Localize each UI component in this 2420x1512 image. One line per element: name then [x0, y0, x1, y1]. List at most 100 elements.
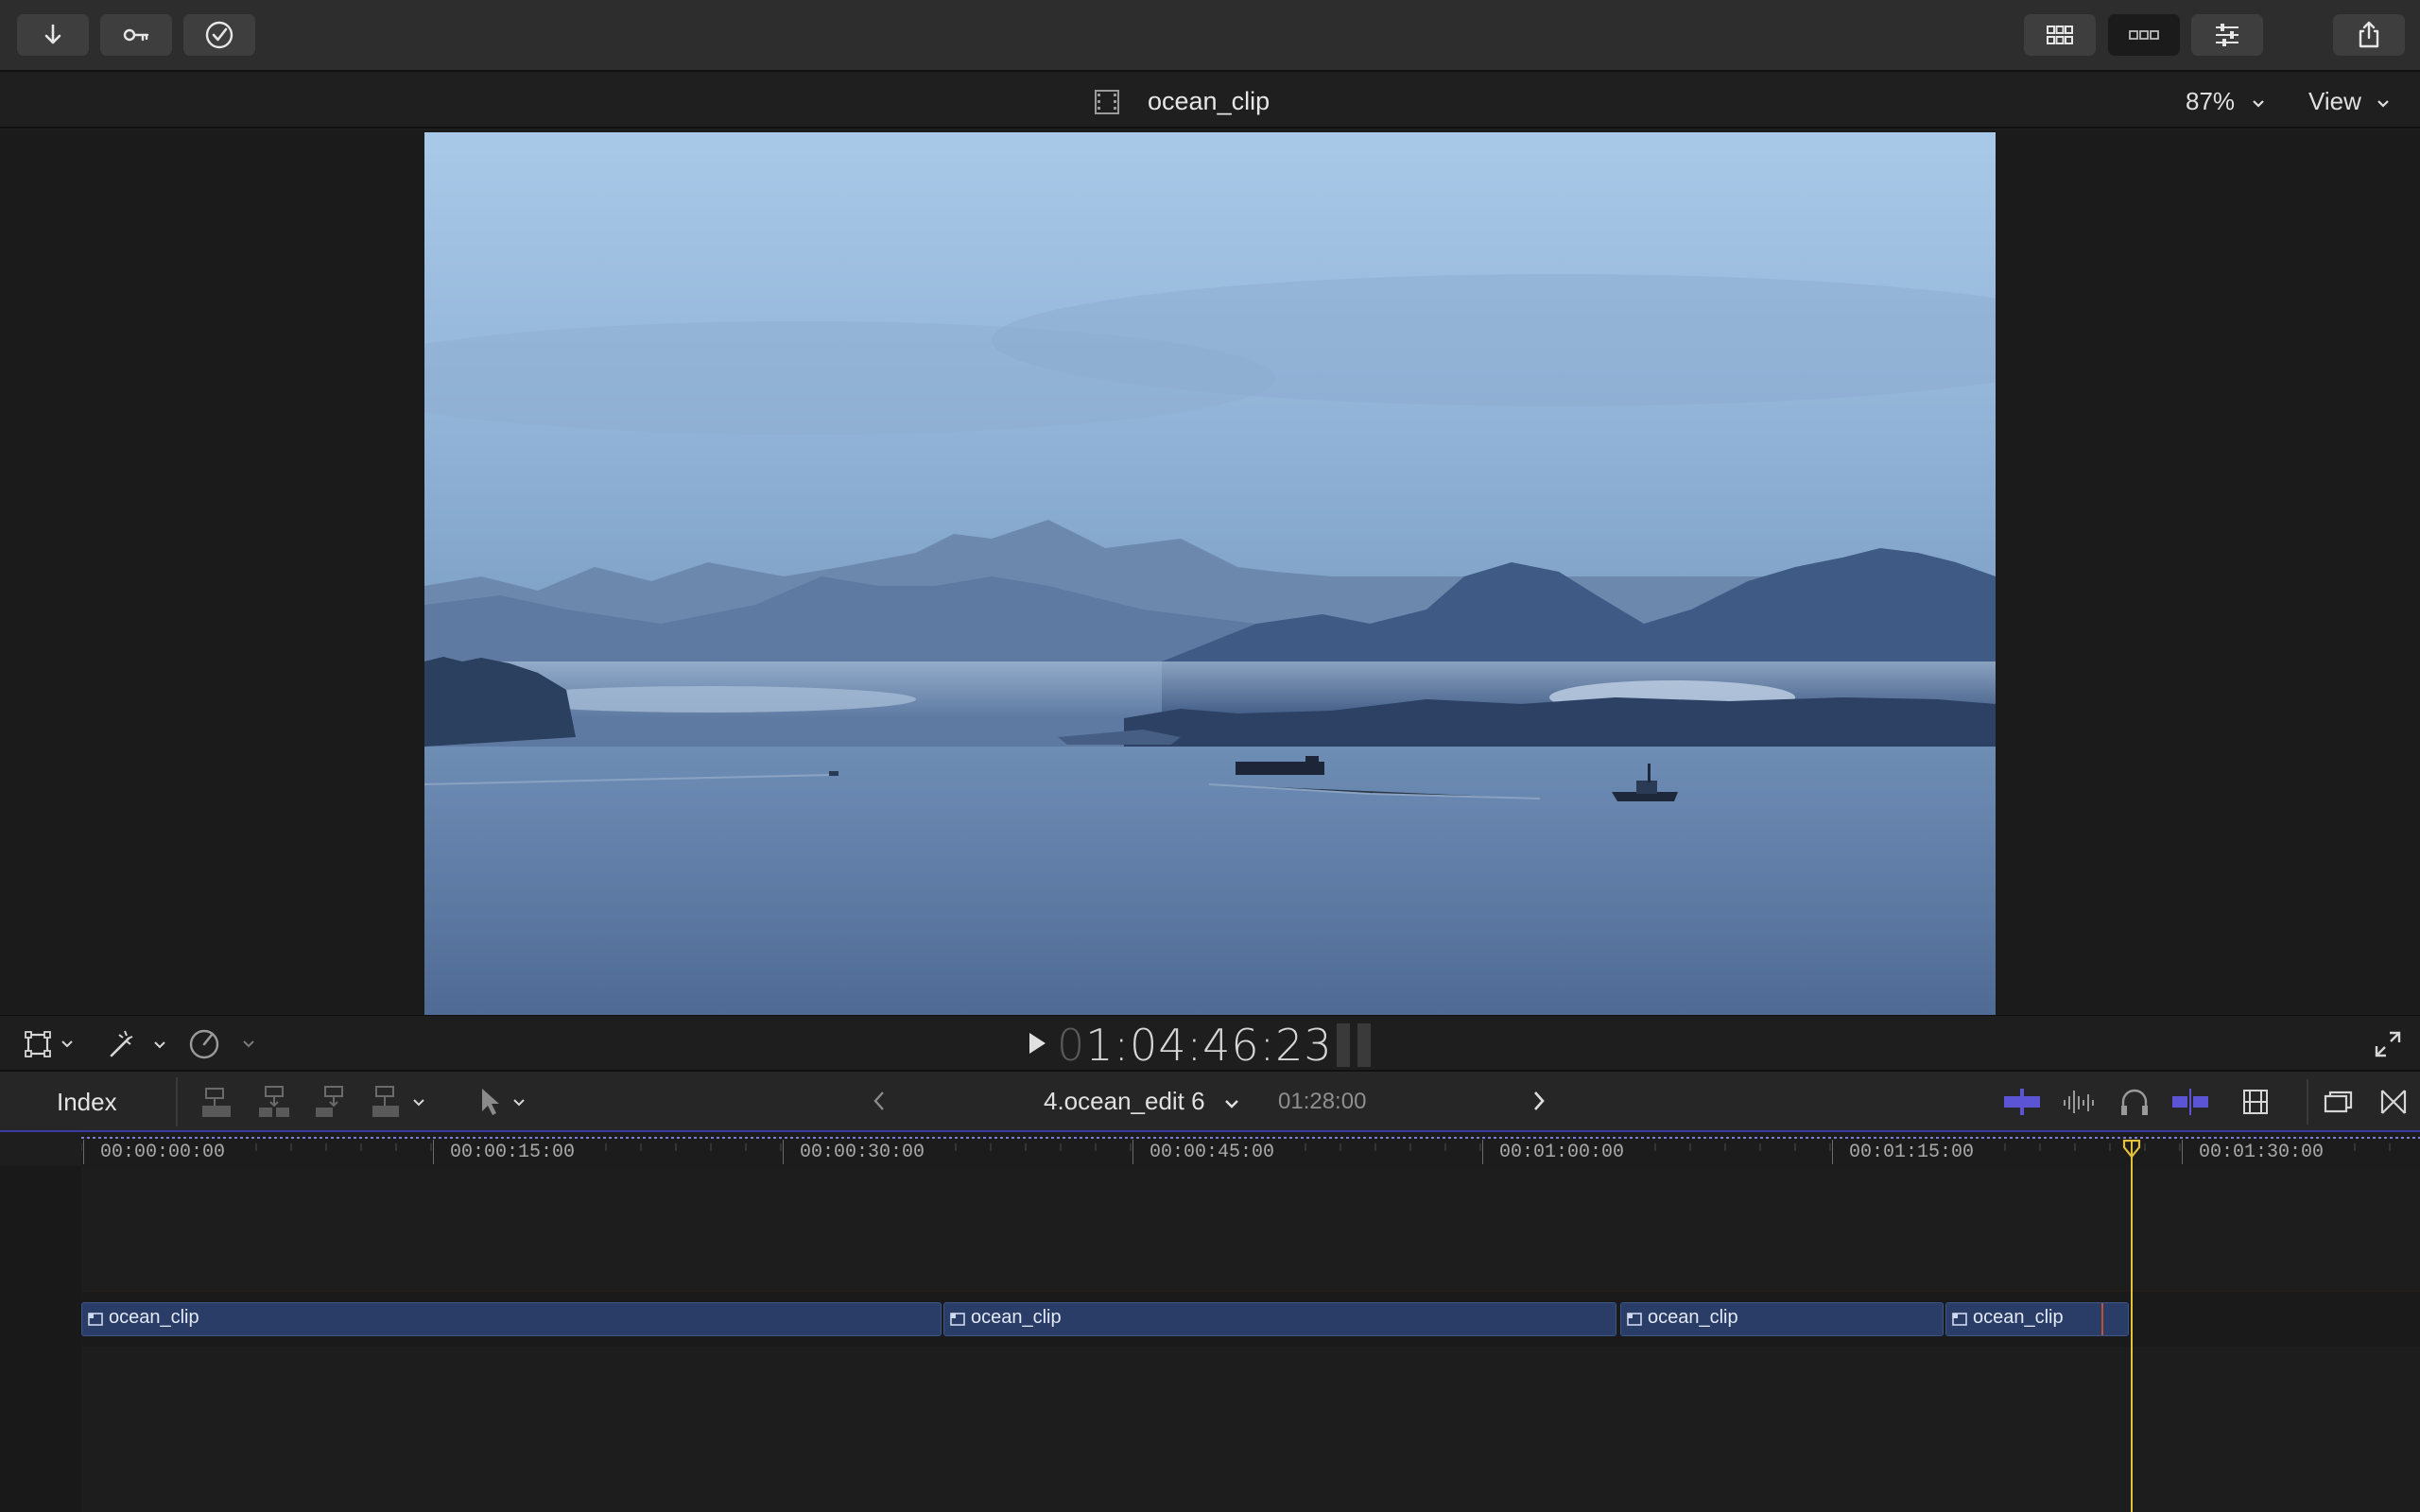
chevron-down-icon: [1224, 1100, 1238, 1108]
ruler-tick-label: 00:00:15:00: [450, 1142, 576, 1163]
keyword-icon: [123, 28, 149, 42]
timeline-history-forward-button[interactable]: [1530, 1089, 1548, 1118]
insert-clip-icon: [259, 1086, 289, 1117]
insert-clip-button[interactable]: [255, 1083, 293, 1125]
video-frame[interactable]: [424, 132, 1996, 1015]
clip-end-marker: [2101, 1303, 2103, 1335]
timeline-ruler[interactable]: 00:00:00:00 00:00:15:00 00:00:30:00 00:00:4…: [81, 1132, 2420, 1166]
background-tasks-button[interactable]: [183, 14, 255, 56]
connect-clip-button[interactable]: [199, 1083, 236, 1125]
browser-toggle-button[interactable]: [2024, 14, 2096, 56]
clip-icon: [1952, 1313, 1967, 1326]
tool-select-menu[interactable]: [476, 1083, 533, 1125]
arrow-pointer-icon: [482, 1089, 525, 1115]
clip-icon: [950, 1313, 965, 1326]
snapping-button[interactable]: [2170, 1085, 2210, 1124]
chevron-right-icon: [1534, 1091, 1545, 1110]
clip-appearance-button[interactable]: [2240, 1085, 2271, 1124]
timeline-clip[interactable]: ocean_clip: [1945, 1302, 2129, 1336]
chevron-down-icon: [2377, 100, 2389, 108]
zoom-value: 87%: [2186, 87, 2236, 115]
timecode-leading-digit: 0: [1057, 1020, 1086, 1071]
chevron-down-icon: [2253, 100, 2265, 108]
snapping-icon: [2172, 1089, 2208, 1115]
divider: [176, 1077, 178, 1126]
timeline-history-back-button[interactable]: [870, 1089, 889, 1118]
project-name-menu[interactable]: 4.ocean_edit 6: [1044, 1087, 1240, 1116]
timeline-toggle-icon: [2129, 30, 2159, 40]
retime-menu[interactable]: [185, 1027, 261, 1066]
ruler-tick-label: 00:01:30:00: [2199, 1142, 2325, 1163]
ruler-tick-label: 00:01:00:00: [1499, 1142, 1625, 1163]
timeline-clip[interactable]: ocean_clip: [81, 1302, 942, 1336]
append-clip-icon: [316, 1086, 343, 1117]
magic-wand-icon: [110, 1030, 165, 1057]
zoom-menu[interactable]: 87%: [2186, 87, 2266, 116]
timeline-clip[interactable]: ocean_clip: [943, 1302, 1616, 1336]
filmstrip-icon: [2243, 1090, 2268, 1114]
speedometer-icon: [189, 1029, 254, 1059]
clip-label: ocean_clip: [109, 1307, 199, 1328]
audio-meter-icon: [1337, 1023, 1371, 1067]
clip-label: ocean_clip: [1973, 1307, 2064, 1328]
ruler-major-tick: [1482, 1140, 1483, 1164]
import-icon: [44, 24, 61, 44]
clip-icon: [1627, 1313, 1642, 1326]
skimming-icon: [2004, 1089, 2040, 1115]
ruler-tick-label: 00:01:15:00: [1849, 1142, 1975, 1163]
playhead-handle-icon[interactable]: [2122, 1140, 2141, 1159]
app-toolbar: [0, 0, 2420, 72]
index-button[interactable]: Index: [40, 1088, 134, 1117]
share-button[interactable]: [2333, 14, 2405, 56]
ruler-tick-label: 00:00:45:00: [1150, 1142, 1275, 1163]
ruler-major-tick: [83, 1140, 84, 1164]
project-duration: 01:28:00: [1278, 1089, 1367, 1114]
checkmark-icon: [205, 21, 233, 49]
keyword-button[interactable]: [100, 14, 172, 56]
inspector-icon: [2216, 24, 2238, 46]
fullscreen-button[interactable]: [2373, 1029, 2403, 1064]
effects-icon: [2324, 1091, 2353, 1113]
timeline-toggle-button[interactable]: [2108, 14, 2180, 56]
clip-skimming-button[interactable]: [2002, 1085, 2042, 1124]
import-button[interactable]: [17, 14, 89, 56]
overwrite-clip-icon: [372, 1086, 424, 1117]
timeline-left-gutter: [0, 1166, 81, 1512]
solo-button[interactable]: [2118, 1085, 2152, 1124]
ruler-major-tick: [433, 1140, 434, 1164]
connect-clip-icon: [202, 1088, 231, 1117]
transport-bar: 01:04:46:23: [0, 1015, 2420, 1072]
browser-grid-icon: [2047, 26, 2073, 44]
view-menu[interactable]: View: [2308, 87, 2391, 116]
viewer-header: ocean_clip 87% View: [0, 74, 2420, 129]
timeline-header: Index 4.ocean_edit 6 01:28:00: [0, 1072, 2420, 1132]
playhead[interactable]: [2131, 1142, 2133, 1512]
overwrite-clip-menu[interactable]: [369, 1083, 429, 1125]
play-button[interactable]: [1027, 1031, 1047, 1060]
transitions-browser-button[interactable]: [2378, 1085, 2409, 1124]
append-clip-button[interactable]: [312, 1083, 350, 1125]
ruler-major-tick: [783, 1140, 784, 1164]
ocean-scene-image: [424, 132, 1996, 1015]
share-icon: [2359, 21, 2379, 48]
waveform-icon: [2064, 1091, 2094, 1113]
clip-icon: [88, 1313, 103, 1326]
enhance-menu[interactable]: [102, 1027, 168, 1066]
timecode-value: 1:04:46:23: [1085, 1020, 1333, 1071]
transitions-icon: [2380, 1090, 2407, 1114]
inspector-toggle-button[interactable]: [2191, 14, 2263, 56]
timeline-clip[interactable]: ocean_clip: [1620, 1302, 1944, 1336]
ruler-major-tick: [1132, 1140, 1133, 1164]
audio-skimming-button[interactable]: [2061, 1085, 2097, 1124]
headphones-icon: [2121, 1089, 2148, 1115]
ruler-major-tick: [1832, 1140, 1833, 1164]
timeline-area[interactable]: ocean_clip ocean_clip ocean_clip ocean_clip: [0, 1166, 2420, 1512]
effects-browser-button[interactable]: [2322, 1085, 2356, 1124]
timecode-display[interactable]: 01:04:46:23: [1057, 1020, 1333, 1071]
view-menu-label: View: [2308, 87, 2361, 115]
ruler-tick-label: 00:00:00:00: [100, 1142, 226, 1163]
transform-menu[interactable]: [23, 1029, 79, 1064]
transform-icon: [25, 1031, 73, 1057]
chevron-left-icon: [873, 1091, 884, 1110]
audio-meter-mini[interactable]: [1335, 1022, 1374, 1074]
